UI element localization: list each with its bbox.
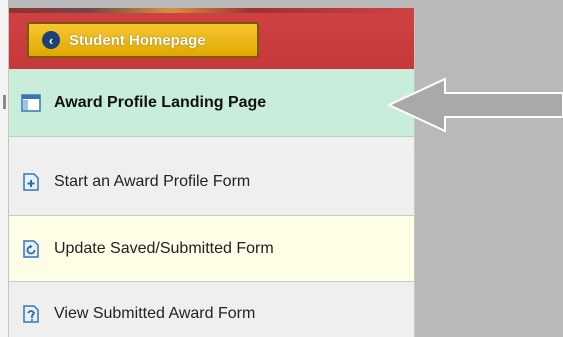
pointer-arrow — [387, 77, 563, 133]
edge-mark — [3, 95, 6, 109]
nav-item-start-award-profile-form[interactable]: Start an Award Profile Form — [9, 149, 414, 216]
student-homepage-button[interactable]: ‹ Student Homepage — [27, 22, 259, 58]
left-edge — [0, 0, 8, 337]
nav-item-label: Award Profile Landing Page — [54, 93, 267, 111]
nav-item-award-profile-landing-page[interactable]: Award Profile Landing Page — [9, 69, 414, 137]
chevron-left-icon: ‹ — [42, 31, 60, 49]
page-layout-icon — [21, 93, 41, 112]
add-document-icon — [23, 173, 39, 191]
nav-item-label: View Submitted Award Form — [54, 304, 256, 322]
refresh-document-icon — [23, 239, 39, 258]
nav-item-view-submitted-award-form[interactable]: View Submitted Award Form — [9, 282, 414, 337]
nav-item-label: Start an Award Profile Form — [54, 173, 251, 190]
navigation-panel: ‹ Student Homepage Award Profile Landing… — [8, 8, 415, 337]
nav-item-update-saved-submitted-form[interactable]: Update Saved/Submitted Form — [9, 216, 414, 282]
header-top-strip — [9, 8, 414, 13]
nav-header: ‹ Student Homepage — [9, 8, 414, 70]
view-document-icon — [23, 304, 39, 323]
nav-item-label: Update Saved/Submitted Form — [54, 239, 274, 257]
home-button-label: Student Homepage — [69, 31, 206, 49]
